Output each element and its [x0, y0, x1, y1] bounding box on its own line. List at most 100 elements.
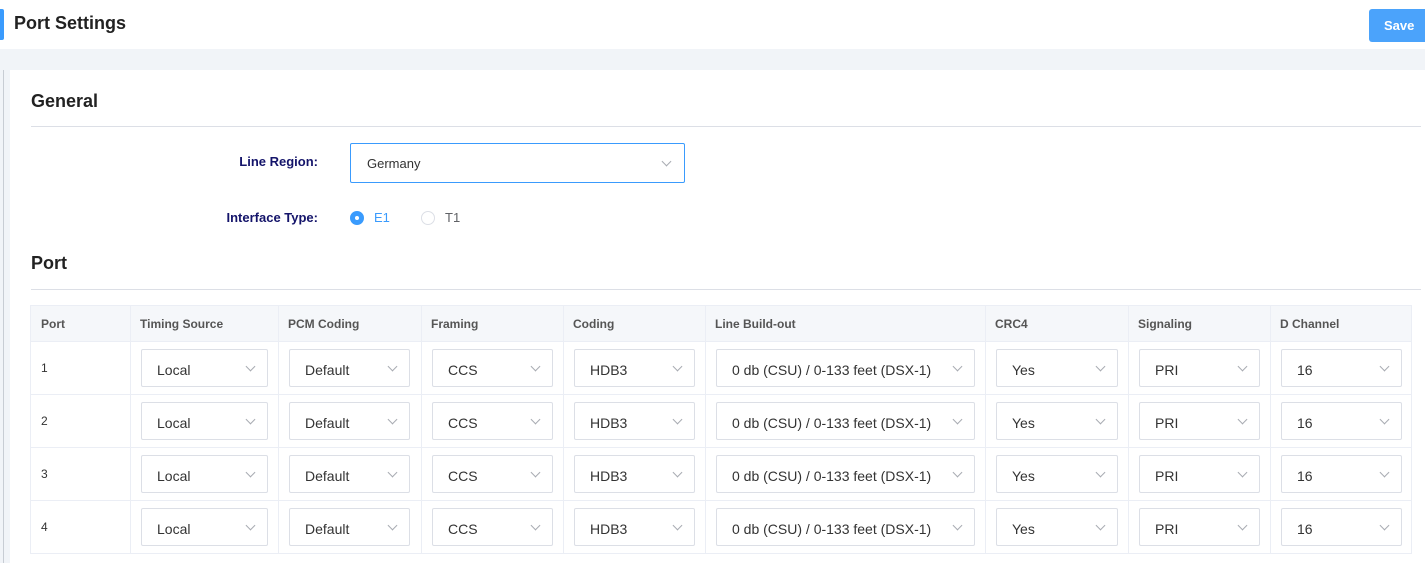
timing-source-value: Local: [157, 415, 191, 431]
general-section-title: General: [31, 91, 99, 111]
chevron-down-icon: [672, 361, 683, 372]
chevron-down-icon: [1237, 520, 1248, 531]
pcm-coding-select[interactable]: Default: [289, 508, 410, 546]
coding-select[interactable]: HDB3: [574, 508, 695, 546]
timing-source-value: Local: [157, 362, 191, 378]
framing-select[interactable]: CCS: [432, 349, 553, 387]
line-region-value: Germany: [367, 156, 421, 171]
d-channel-select[interactable]: 16: [1281, 455, 1402, 493]
chevron-down-icon: [672, 414, 683, 425]
timing-source-value: Local: [157, 521, 191, 537]
chevron-down-icon: [661, 156, 672, 167]
header-accent-bar: [0, 9, 4, 40]
line-build-out-select[interactable]: 0 db (CSU) / 0-133 feet (DSX-1): [716, 508, 975, 546]
coding-value: HDB3: [590, 521, 628, 537]
chevron-down-icon: [530, 414, 541, 425]
radio-unchecked-icon: [421, 210, 435, 225]
timing-source-select[interactable]: Local: [141, 508, 268, 546]
chevron-down-icon: [952, 520, 963, 531]
line-build-out-select[interactable]: 0 db (CSU) / 0-133 feet (DSX-1): [716, 349, 975, 387]
signaling-select[interactable]: PRI: [1139, 455, 1260, 493]
coding-select[interactable]: HDB3: [574, 349, 695, 387]
chevron-down-icon: [387, 361, 398, 372]
coding-select[interactable]: HDB3: [574, 402, 695, 440]
general-divider: [31, 126, 1421, 127]
column-header-port: Port: [41, 317, 65, 331]
chevron-down-icon: [1095, 414, 1106, 425]
d-channel-select[interactable]: 16: [1281, 349, 1402, 387]
line-build-out-select[interactable]: 0 db (CSU) / 0-133 feet (DSX-1): [716, 402, 975, 440]
framing-value: CCS: [448, 415, 478, 431]
crc4-select[interactable]: Yes: [996, 455, 1118, 493]
port-number: 1: [41, 361, 48, 375]
signaling-select[interactable]: PRI: [1139, 508, 1260, 546]
signaling-value: PRI: [1155, 415, 1179, 431]
port-number: 2: [41, 414, 48, 428]
timing-source-value: Local: [157, 468, 191, 484]
table-header-row: Port Timing Source PCM Coding Framing Coding…: [31, 306, 1411, 342]
chevron-down-icon: [952, 467, 963, 478]
line-region-select[interactable]: Germany: [350, 143, 685, 183]
timing-source-select[interactable]: Local: [141, 402, 268, 440]
chevron-down-icon: [387, 520, 398, 531]
settings-panel: General Line Region: Germany Interface T…: [10, 70, 1425, 563]
chevron-down-icon: [245, 520, 256, 531]
timing-source-select[interactable]: Local: [141, 455, 268, 493]
chevron-down-icon: [1095, 520, 1106, 531]
timing-source-select[interactable]: Local: [141, 349, 268, 387]
line-build-out-value: 0 db (CSU) / 0-133 feet (DSX-1): [732, 362, 932, 378]
d-channel-select[interactable]: 16: [1281, 402, 1402, 440]
signaling-select[interactable]: PRI: [1139, 402, 1260, 440]
crc4-select[interactable]: Yes: [996, 402, 1118, 440]
chevron-down-icon: [1379, 414, 1390, 425]
column-header-framing: Framing: [431, 317, 479, 331]
chevron-down-icon: [672, 467, 683, 478]
framing-select[interactable]: CCS: [432, 402, 553, 440]
d-channel-select[interactable]: 16: [1281, 508, 1402, 546]
interface-type-label: Interface Type:: [226, 210, 318, 225]
crc4-value: Yes: [1012, 415, 1035, 431]
chevron-down-icon: [1095, 467, 1106, 478]
save-button[interactable]: Save: [1369, 9, 1425, 42]
interface-radio-e1[interactable]: E1: [350, 210, 390, 225]
pcm-coding-value: Default: [305, 521, 350, 537]
line-build-out-value: 0 db (CSU) / 0-133 feet (DSX-1): [732, 521, 932, 537]
framing-value: CCS: [448, 468, 478, 484]
crc4-value: Yes: [1012, 468, 1035, 484]
pcm-coding-select[interactable]: Default: [289, 402, 410, 440]
crc4-select[interactable]: Yes: [996, 349, 1118, 387]
pcm-coding-value: Default: [305, 415, 350, 431]
chevron-down-icon: [387, 414, 398, 425]
column-header-signaling: Signaling: [1138, 317, 1192, 331]
column-header-d-channel: D Channel: [1280, 317, 1340, 331]
framing-value: CCS: [448, 521, 478, 537]
chevron-down-icon: [245, 414, 256, 425]
coding-value: HDB3: [590, 415, 628, 431]
coding-value: HDB3: [590, 362, 628, 378]
chevron-down-icon: [530, 361, 541, 372]
chevron-down-icon: [1237, 467, 1248, 478]
framing-select[interactable]: CCS: [432, 455, 553, 493]
signaling-select[interactable]: PRI: [1139, 349, 1260, 387]
crc4-select[interactable]: Yes: [996, 508, 1118, 546]
pcm-coding-select[interactable]: Default: [289, 455, 410, 493]
interface-radio-t1[interactable]: T1: [421, 210, 460, 225]
line-region-label: Line Region:: [239, 154, 318, 169]
chevron-down-icon: [1095, 361, 1106, 372]
table-row: 4 Local Default CCS HDB3 0 db (CSU) / 0-133 f…: [31, 501, 1411, 554]
pcm-coding-select[interactable]: Default: [289, 349, 410, 387]
chevron-down-icon: [530, 520, 541, 531]
signaling-value: PRI: [1155, 362, 1179, 378]
chevron-down-icon: [1379, 467, 1390, 478]
chevron-down-icon: [245, 361, 256, 372]
interface-option-label: E1: [374, 210, 390, 225]
chevron-down-icon: [1379, 361, 1390, 372]
column-header-crc4: CRC4: [995, 317, 1028, 331]
framing-select[interactable]: CCS: [432, 508, 553, 546]
line-build-out-select[interactable]: 0 db (CSU) / 0-133 feet (DSX-1): [716, 455, 975, 493]
table-row: 3 Local Default CCS HDB3 0 db (CSU) / 0-133 f…: [31, 448, 1411, 501]
coding-select[interactable]: HDB3: [574, 455, 695, 493]
signaling-value: PRI: [1155, 468, 1179, 484]
port-number: 4: [41, 520, 48, 534]
port-table: Port Timing Source PCM Coding Framing Coding…: [30, 305, 1412, 554]
